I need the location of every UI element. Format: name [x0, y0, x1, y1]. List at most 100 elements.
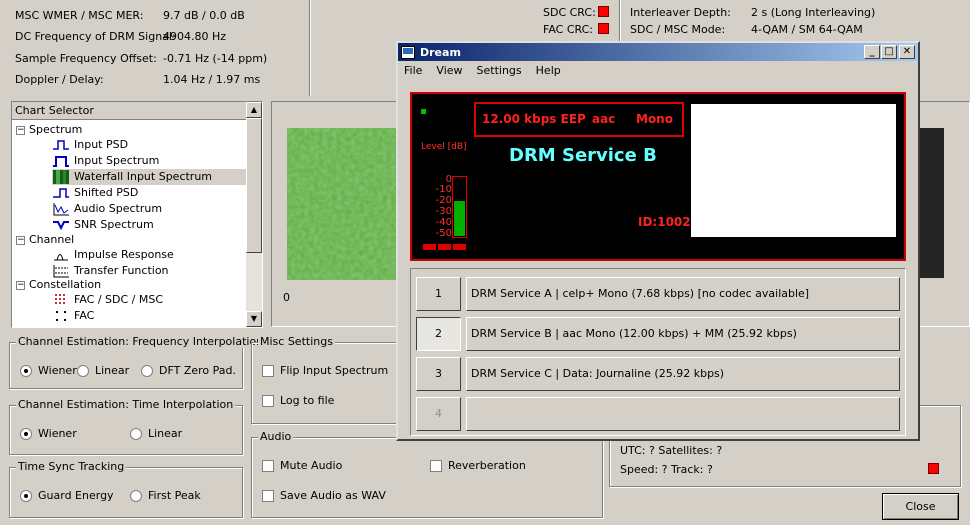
service-row-3[interactable]: 3 DRM Service C | Data: Journaline (25.9…	[416, 357, 900, 393]
interleaver-value: 2 s (Long Interleaving)	[751, 6, 876, 19]
scroll-thumb[interactable]	[246, 118, 262, 253]
checkbox-log-to-file[interactable]: Log to file	[262, 394, 334, 407]
tree-item-audio-spectrum[interactable]: Audio Spectrum	[52, 201, 162, 217]
checkbox-flip-spectrum[interactable]: Flip Input Spectrum	[262, 364, 388, 377]
menu-file[interactable]: File	[404, 64, 422, 77]
collapse-icon[interactable]: −	[16, 280, 25, 290]
collapse-icon[interactable]: −	[16, 125, 25, 135]
gps-speed-track: Speed: ? Track: ?	[620, 463, 713, 476]
radio-first-peak[interactable]: First Peak	[130, 489, 201, 502]
service-label-1: DRM Service A | celp+ Mono (7.68 kbps) […	[466, 277, 900, 311]
gps-status-led	[928, 463, 939, 474]
waterfall-plot	[287, 128, 403, 280]
audio-mode-label: Mono	[636, 112, 673, 126]
waterfall-plot-right-edge	[920, 128, 944, 278]
tree-item-constellation[interactable]: − Constellation	[16, 277, 101, 293]
collapse-icon[interactable]: −	[16, 235, 25, 245]
status-value-doppler: 1.04 Hz / 1.97 ms	[163, 73, 261, 86]
chart-selector-header: Chart Selector	[12, 102, 248, 120]
dream-title: Dream	[420, 45, 461, 59]
service-button-1[interactable]: 1	[416, 277, 461, 311]
service-row-4[interactable]: 4	[416, 397, 900, 433]
scroll-down-icon[interactable]: ▼	[246, 311, 262, 327]
service-label-2: DRM Service B | aac Mono (12.00 kbps) + …	[466, 317, 900, 351]
status-label-dc: DC Frequency of DRM Signal:	[15, 30, 176, 43]
radio-dft-zero-pad[interactable]: DFT Zero Pad.	[141, 364, 236, 377]
service-button-2[interactable]: 2	[416, 317, 461, 351]
tree-item-impulse-response[interactable]: Impulse Response	[52, 247, 174, 263]
radio-linear-time[interactable]: Linear	[130, 427, 182, 440]
tree-item-fac[interactable]: FAC	[52, 308, 94, 324]
tree-item-fac-sdc-msc[interactable]: FAC / SDC / MSC	[52, 292, 163, 308]
service-button-4[interactable]: 4	[416, 397, 461, 431]
status-value-mer: 9.7 dB / 0.0 dB	[163, 9, 245, 22]
time-sync-group: Time Sync Tracking Guard Energy First Pe…	[9, 460, 243, 518]
audio-spectrum-icon	[53, 203, 69, 216]
checkbox-mute-audio[interactable]: Mute Audio	[262, 459, 342, 472]
impulse-icon	[54, 254, 68, 261]
dream-window: Dream _ □ ✕ File View Settings Help 12.0…	[396, 41, 920, 441]
tree-item-input-spectrum[interactable]: Input Spectrum	[52, 153, 159, 169]
radio-wiener-time[interactable]: Wiener	[20, 427, 77, 440]
service-button-3[interactable]: 3	[416, 357, 461, 391]
service-name: DRM Service B	[509, 145, 657, 166]
minimize-icon[interactable]: _	[864, 45, 880, 59]
checkbox-reverberation[interactable]: Reverberation	[430, 459, 526, 472]
multimedia-view	[691, 104, 896, 237]
service-label-3: DRM Service C | Data: Journaline (25.92 …	[466, 357, 900, 391]
tree-item-spectrum[interactable]: − Spectrum	[16, 122, 82, 138]
snr-icon	[53, 221, 69, 231]
radio-guard-energy[interactable]: Guard Energy	[20, 489, 114, 502]
tree-item-snr-spectrum[interactable]: SNR Spectrum	[52, 217, 154, 233]
menu-settings[interactable]: Settings	[477, 64, 522, 77]
sdc-crc-led	[598, 6, 609, 17]
service-label-4	[466, 397, 900, 431]
audio-group: Audio Mute Audio Reverberation Save Audi…	[251, 430, 603, 518]
psd-icon	[53, 140, 69, 150]
fac-crc-label: FAC CRC:	[543, 23, 593, 36]
level-label: Level [dB]	[421, 142, 467, 152]
psd-icon	[53, 188, 69, 198]
spectrum-icon	[53, 156, 69, 167]
tree-item-input-psd[interactable]: Input PSD	[52, 137, 128, 153]
scroll-up-icon[interactable]: ▲	[246, 102, 262, 118]
service-row-1[interactable]: 1 DRM Service A | celp+ Mono (7.68 kbps)…	[416, 277, 900, 313]
tree-item-shifted-psd[interactable]: Shifted PSD	[52, 185, 138, 201]
signal-indicator-icon	[421, 109, 426, 114]
gps-utc-satellites: UTC: ? Satellites: ?	[620, 444, 723, 457]
radio-wiener-freq[interactable]: Wiener	[20, 364, 77, 377]
status-value-dc: 4904.80 Hz	[163, 30, 227, 43]
fac-crc-led	[598, 23, 609, 34]
waterfall-icon	[53, 170, 69, 184]
misc-settings-group: Misc Settings Flip Input Spectrum Log to…	[251, 335, 406, 424]
menu-help[interactable]: Help	[536, 64, 561, 77]
bitrate-label: 12.00 kbps EEP	[482, 112, 586, 126]
tree-item-waterfall[interactable]: Waterfall Input Spectrum	[52, 169, 258, 185]
app-icon	[401, 45, 415, 59]
time-interp-group: Channel Estimation: Time Interpolation W…	[9, 398, 243, 455]
sdc-crc-label: SDC CRC:	[543, 6, 596, 19]
transfer-icon	[53, 265, 69, 278]
freq-interp-group: Channel Estimation: Frequency Interpolat…	[9, 335, 266, 389]
mode-value: 4-QAM / SM 64-QAM	[751, 23, 863, 36]
menu-view[interactable]: View	[436, 64, 462, 77]
tree-scrollbar[interactable]: ▲ ▼	[246, 102, 262, 327]
level-led-bar	[423, 244, 466, 250]
status-value-sfo: -0.71 Hz (-14 ppm)	[163, 52, 268, 65]
mode-label: SDC / MSC Mode:	[630, 23, 726, 36]
close-icon[interactable]: ✕	[899, 45, 915, 59]
level-meter	[452, 176, 467, 238]
status-panel-left: MSC WMER / MSC MER: 9.7 dB / 0.0 dB DC F…	[0, 0, 310, 96]
level-meter-fill	[454, 201, 465, 236]
status-label-sfo: Sample Frequency Offset:	[15, 52, 157, 65]
service-row-2[interactable]: 2 DRM Service B | aac Mono (12.00 kbps) …	[416, 317, 900, 353]
chart-selector-tree[interactable]: Chart Selector − Spectrum Input PSD Inpu…	[11, 101, 263, 328]
radio-linear-freq[interactable]: Linear	[77, 364, 129, 377]
dream-menubar: File View Settings Help	[398, 61, 918, 80]
tree-item-channel[interactable]: − Channel	[16, 232, 74, 248]
codec-label: aac	[592, 112, 616, 126]
checkbox-save-wav[interactable]: Save Audio as WAV	[262, 489, 386, 502]
dream-titlebar[interactable]: Dream _ □ ✕	[398, 43, 918, 61]
maximize-icon[interactable]: □	[881, 45, 897, 59]
close-button[interactable]: Close	[882, 493, 959, 520]
